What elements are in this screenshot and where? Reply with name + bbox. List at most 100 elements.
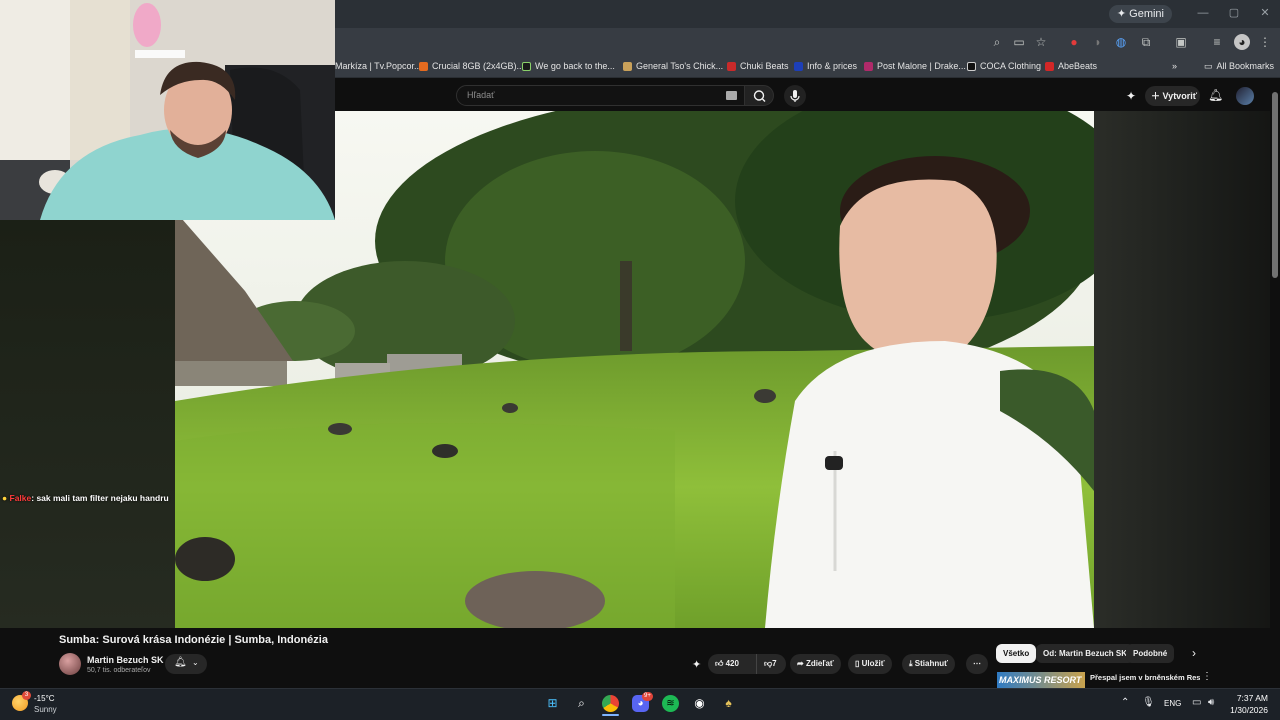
tray-overflow-icon[interactable]: ⌃ — [1121, 697, 1129, 708]
chat-text: : sak mali tam filter nejaku handru — [31, 493, 169, 503]
extensions-puzzle-icon[interactable]: ⧉ — [1138, 34, 1154, 50]
chip-from-channel[interactable]: Od: Martin Bezuch SK — [1036, 644, 1135, 663]
download-icon: ⤓ — [909, 659, 913, 668]
more-actions-button[interactable]: ⋯ — [966, 654, 988, 674]
voice-search-button[interactable] — [784, 85, 806, 107]
gemini-button[interactable]: ✦ Gemini — [1108, 5, 1172, 23]
extension-blue-icon[interactable]: ◍ — [1113, 34, 1129, 50]
network-icon[interactable]: ▭ — [1192, 697, 1201, 708]
favicon — [522, 61, 531, 71]
chat-username: Falke — [9, 493, 32, 503]
zoom-icon[interactable]: ⌕ — [989, 34, 1005, 50]
language-indicator[interactable]: ENG — [1164, 699, 1181, 708]
recommended-title[interactable]: Přespal jsem v brněnském Resortu Maximus… — [1090, 673, 1200, 682]
clock-date[interactable]: 1/30/2026 — [1226, 705, 1268, 715]
chat-message: ● Falke: sak mali tam filter nejaku hand… — [2, 493, 169, 503]
all-bookmarks-label: All Bookmarks — [1216, 61, 1275, 71]
bookmark-item[interactable]: General Tso's Chick... — [623, 58, 723, 74]
profile-avatar[interactable]: ◕ — [1234, 34, 1250, 50]
create-label: Vytvoriť — [1162, 91, 1198, 101]
close-icon[interactable]: ✕ — [1258, 6, 1272, 20]
chips-next-icon[interactable]: › — [1192, 646, 1196, 660]
share-button[interactable]: ➦ Zdieľať — [790, 654, 841, 674]
weather-temperature[interactable]: -15°C — [34, 694, 55, 703]
clock-time[interactable]: 7:37 AM — [1234, 693, 1268, 703]
save-button[interactable]: ▯ Uložiť — [848, 654, 892, 674]
video-title: Sumba: Surová krása Indonézie | Sumba, I… — [59, 634, 328, 646]
chat-badge-icon: ● — [2, 493, 8, 503]
favicon — [727, 61, 736, 71]
share-icon: ➦ — [797, 659, 804, 668]
scrollbar-thumb[interactable] — [1272, 92, 1278, 278]
webcam-feed — [0, 0, 335, 220]
keyboard-icon[interactable] — [726, 91, 737, 100]
channel-avatar[interactable] — [59, 653, 81, 675]
create-button[interactable]: ＋ Vytvoriť — [1145, 86, 1200, 106]
dislike-count: 7 — [772, 659, 777, 668]
recommended-menu-icon[interactable]: ⋮ — [1202, 671, 1212, 682]
bookmark-label: General Tso's Chick... — [636, 61, 724, 71]
microphone-tray-icon[interactable]: 🎙︎ — [1142, 697, 1155, 708]
bookmark-item[interactable]: Crucial 8GB (2x4GB)... — [419, 58, 524, 74]
bookmark-label: We go back to the... — [535, 61, 615, 71]
chip-related[interactable]: Podobné — [1126, 644, 1175, 663]
download-button[interactable]: ⤓ Stiahnuť — [902, 654, 955, 674]
bookmark-item[interactable]: Post Malone | Drake... — [864, 58, 966, 74]
sidepanel-icon[interactable]: ▣ — [1173, 34, 1189, 50]
search-icon — [753, 90, 766, 102]
bookmark-label: Crucial 8GB (2x4GB)... — [432, 61, 525, 71]
obs-icon[interactable]: ◉ — [691, 695, 708, 712]
bookmarks-overflow-icon[interactable]: » — [1172, 58, 1177, 74]
favicon — [1045, 61, 1054, 71]
bookmark-item[interactable]: Markíza | Tv.Popcor... — [335, 58, 422, 74]
bookmark-icon: ▯ — [855, 659, 860, 668]
cast-icon[interactable]: ▭ — [1011, 34, 1027, 50]
like-count: 420 — [725, 659, 739, 668]
menu-dots-icon[interactable]: ⋮ — [1257, 34, 1273, 50]
search-button[interactable] — [744, 85, 774, 106]
star-icon[interactable]: ☆ — [1033, 34, 1049, 50]
channel-name[interactable]: Martin Bezuch SK — [87, 655, 164, 665]
volume-icon[interactable]: 🔊︎ — [1208, 697, 1214, 708]
windows-start-icon[interactable]: ⊞ — [544, 695, 561, 712]
bookmark-item[interactable]: Info & prices — [794, 58, 857, 74]
bookmark-label: Post Malone | Drake... — [877, 61, 966, 71]
favicon — [419, 61, 428, 71]
bookmark-item[interactable]: COCA Clothing — [967, 58, 1041, 74]
ask-ai-icon[interactable]: ✦ — [692, 658, 701, 671]
chip-all[interactable]: Všetko — [996, 644, 1037, 663]
bookmark-item[interactable]: AbeBeats — [1045, 58, 1097, 74]
extension-red-icon[interactable]: ● — [1066, 34, 1082, 50]
notifications-bell-icon[interactable]: 🔔︎ — [1208, 88, 1223, 102]
video-side-blur-right — [1094, 111, 1270, 628]
save-label: Uložiť — [861, 659, 885, 668]
dislike-button[interactable]: 👎︎7 — [756, 654, 786, 674]
weather-condition[interactable]: Sunny — [34, 705, 57, 714]
mic-icon — [790, 90, 800, 102]
extension-grey-icon[interactable]: ◗ — [1090, 34, 1106, 50]
gemini-label: Gemini — [1129, 8, 1164, 20]
bookmark-item[interactable]: We go back to the... — [522, 58, 615, 74]
spotify-icon[interactable]: ≋ — [662, 695, 679, 712]
gemini-star-icon[interactable]: ✦ — [1126, 89, 1136, 103]
search-taskbar-icon[interactable]: ⌕ — [573, 695, 590, 712]
all-bookmarks[interactable]: ▭ All Bookmarks — [1204, 58, 1274, 74]
like-button[interactable]: 👍︎ 420 — [708, 654, 756, 674]
bookmark-label: Markíza | Tv.Popcor... — [335, 61, 422, 71]
subscription-bell-button[interactable]: 🔔︎ ⌄ — [165, 654, 207, 674]
bookmark-label: COCA Clothing — [980, 61, 1042, 71]
recommended-thumbnail[interactable]: MAXIMUS RESORT BRNO — [997, 672, 1085, 688]
folder-icon: ▭ — [1204, 61, 1213, 71]
discord-badge: 9+ — [642, 692, 653, 701]
favicon — [623, 61, 632, 71]
search-input[interactable]: Hľadať — [456, 85, 746, 106]
app-icon[interactable]: ♠ — [720, 695, 737, 712]
thumbs-down-icon: 👎︎ — [764, 659, 773, 668]
bookmark-item[interactable]: Chuki Beats — [727, 58, 789, 74]
media-icon[interactable]: ≡ — [1209, 34, 1225, 50]
maximize-icon[interactable]: ▢ — [1227, 6, 1241, 20]
account-avatar[interactable] — [1236, 87, 1254, 105]
minimize-icon[interactable]: — — [1196, 6, 1210, 20]
chrome-icon[interactable] — [602, 695, 619, 712]
chevron-down-icon: ⌄ — [192, 658, 199, 667]
